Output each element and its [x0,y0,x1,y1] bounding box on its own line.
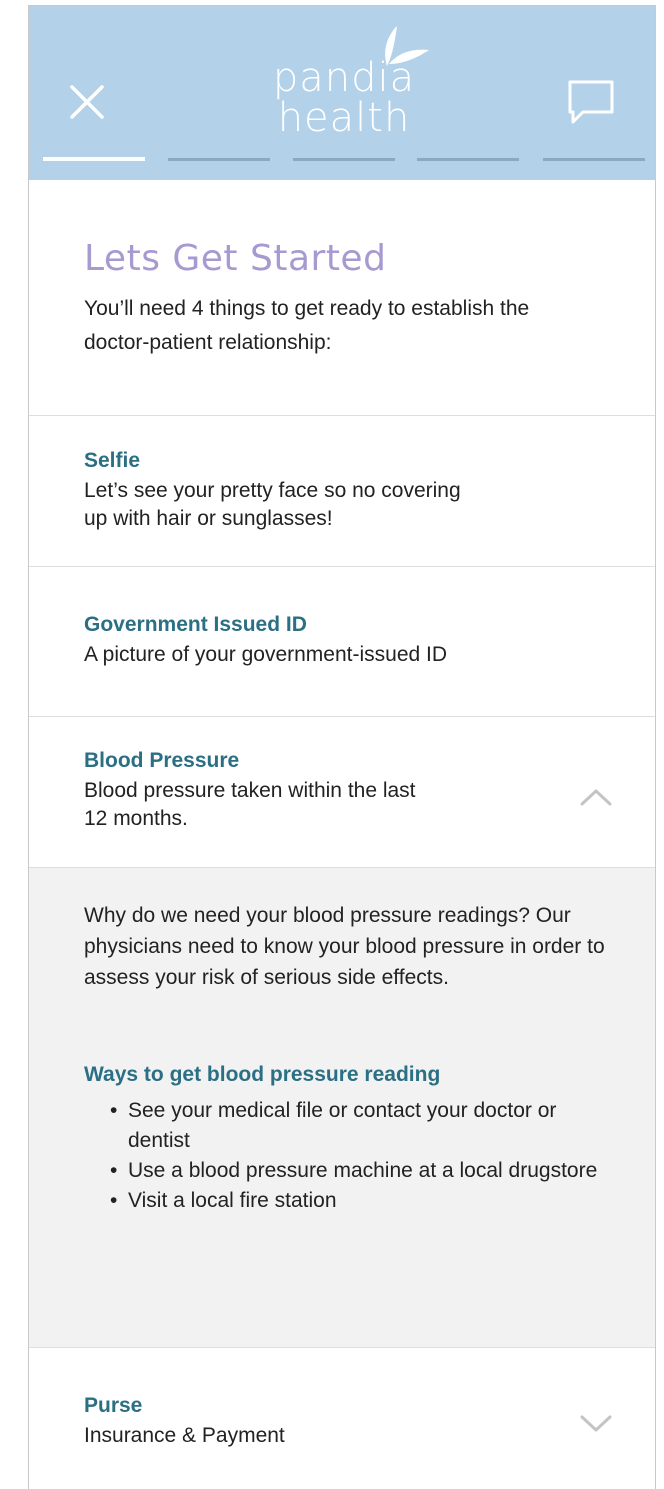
item-purse[interactable]: Purse Insurance & Payment [29,1348,655,1489]
item-government-id[interactable]: Government Issued ID A picture of your g… [29,567,655,717]
why-text: Why do we need your blood pressure readi… [84,904,605,989]
progress-step-5 [543,158,645,161]
ways-list: See your medical file or contact your do… [107,1096,607,1216]
close-icon [70,85,104,119]
item-title: Government Issued ID [84,613,307,636]
item-description: Blood pressure taken within the last 12 … [84,779,416,830]
list-item: See your medical file or contact your do… [107,1096,607,1156]
progress-step-1 [43,157,145,161]
intro-description: You’ll need 4 things to get ready to est… [84,297,530,354]
close-button[interactable] [67,82,107,122]
chat-button[interactable] [565,78,617,126]
progress-step-4 [417,158,519,161]
chat-icon [568,80,614,124]
progress-step-2 [168,158,270,161]
item-description: Insurance & Payment [84,1424,285,1447]
item-description: Let’s see your pretty face so no coverin… [84,479,461,530]
item-description: A picture of your government-issued ID [84,643,448,666]
ways-title: Ways to get blood pressure reading [84,1063,441,1086]
item-title: Selfie [84,449,141,472]
list-item: Visit a local fire station [107,1186,607,1216]
item-blood-pressure[interactable]: Blood Pressure Blood pressure taken with… [29,717,655,868]
list-item: Use a blood pressure machine at a local … [107,1156,607,1186]
pandia-health-logo: pandia health [239,24,449,144]
header: pandia health [29,6,655,180]
blood-pressure-details: Why do we need your blood pressure readi… [29,868,655,1348]
item-title: Blood Pressure [84,749,240,772]
app-frame: pandia health Lets Get Started You’ll ne… [28,5,656,1489]
logo-line-2: health [277,95,411,141]
item-title: Purse [84,1394,143,1417]
chevron-up-icon[interactable] [579,787,613,807]
logo-line-1: pandia [272,55,416,101]
intro-section: Lets Get Started You’ll need 4 things to… [29,180,655,416]
chevron-down-icon[interactable] [579,1414,613,1434]
page-title: Lets Get Started [84,238,387,279]
progress-steps [43,157,653,164]
item-selfie[interactable]: Selfie Let’s see your pretty face so no … [29,416,655,567]
progress-step-3 [293,158,395,161]
